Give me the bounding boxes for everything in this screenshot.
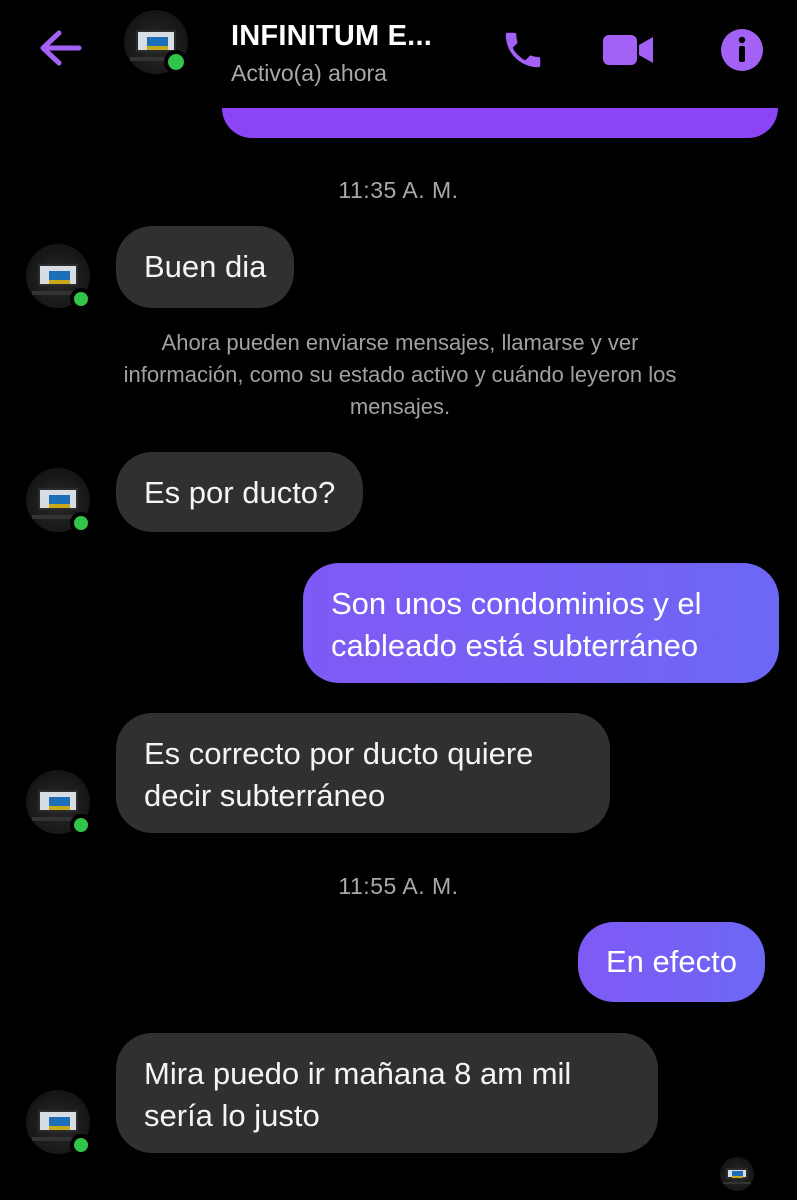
call-button[interactable] <box>495 24 551 80</box>
back-button[interactable] <box>34 26 88 74</box>
sender-avatar[interactable] <box>26 1090 92 1156</box>
timestamp: 11:55 A. M. <box>338 873 459 899</box>
contact-name[interactable]: INFINITUM E... <box>231 20 432 53</box>
info-icon <box>719 27 765 78</box>
sender-avatar[interactable] <box>26 770 92 836</box>
arrow-left-icon <box>39 30 83 71</box>
message-text: Buen dia <box>144 249 267 284</box>
online-status-dot <box>70 1134 92 1156</box>
message-text: En efecto <box>606 944 737 979</box>
video-call-button[interactable] <box>600 24 656 80</box>
online-status-dot <box>164 50 188 74</box>
message-text-line: decir subterráneo <box>144 778 386 813</box>
online-status-dot <box>70 288 92 310</box>
outgoing-message[interactable]: Son unos condominios y el cableado está … <box>303 563 779 683</box>
contact-status: Activo(a) ahora <box>231 60 387 86</box>
message-text: Es por ducto? <box>144 475 336 510</box>
message-text-line: Es correcto por ducto quiere <box>144 736 534 771</box>
message-text-line: Mira puedo ir mañana 8 am mil <box>144 1056 572 1091</box>
message-text-line: cableado está subterráneo <box>331 628 699 663</box>
outgoing-message[interactable]: En efecto <box>578 922 765 1002</box>
sender-avatar[interactable] <box>26 468 92 534</box>
sender-avatar[interactable] <box>26 244 92 310</box>
online-status-dot <box>70 814 92 836</box>
info-button[interactable] <box>714 24 770 80</box>
chat-header: INFINITUM E... Activo(a) ahora <box>0 0 797 108</box>
phone-icon <box>500 27 546 78</box>
video-camera-icon <box>601 30 655 75</box>
online-status-dot <box>70 512 92 534</box>
message-text-line: sería lo justo <box>144 1098 320 1133</box>
incoming-message[interactable]: Es correcto por ducto quiere decir subte… <box>116 713 610 833</box>
contact-avatar[interactable] <box>124 10 188 74</box>
system-notice: Ahora pueden enviarse mensajes, llamarse… <box>123 330 677 419</box>
incoming-message[interactable]: Mira puedo ir mañana 8 am mil sería lo j… <box>116 1033 658 1153</box>
incoming-message[interactable]: Es por ducto? <box>116 452 364 532</box>
message-text-line: Son unos condominios y el <box>331 586 702 621</box>
read-receipt-avatar <box>720 1157 754 1191</box>
incoming-message[interactable]: Buen dia <box>116 226 295 308</box>
timestamp: 11:35 A. M. <box>338 177 459 203</box>
